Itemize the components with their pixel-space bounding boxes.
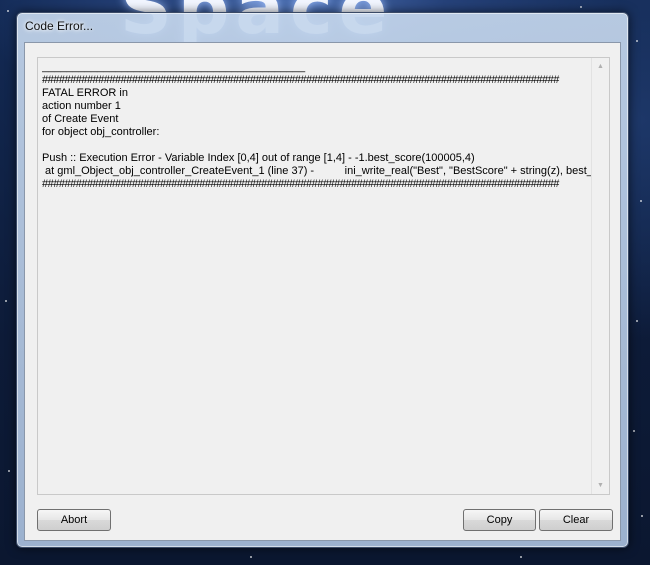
log-line: of Create Event [42,113,119,125]
star [633,430,635,432]
copy-button[interactable]: Copy [463,509,536,531]
code-error-dialog: Code Error... __________________________… [16,12,629,548]
abort-button[interactable]: Abort [37,509,111,531]
scroll-up-arrow-icon[interactable]: ▲ [592,58,609,75]
log-line: Push :: Execution Error - Variable Index… [42,152,475,164]
star [520,556,522,558]
dialog-title: Code Error... [25,19,94,33]
star [5,300,7,302]
error-log-content: ________________________________________… [42,61,591,491]
error-log-textbox[interactable]: ________________________________________… [37,57,610,495]
star [641,515,643,517]
log-separator-line: ########################################… [42,74,559,86]
scroll-down-arrow-icon[interactable]: ▼ [592,477,609,494]
log-line: for object obj_controller: [42,126,160,138]
clear-button[interactable]: Clear [539,509,613,531]
dialog-titlebar[interactable]: Code Error... [17,13,628,39]
star [636,40,638,42]
vertical-scrollbar[interactable]: ▲ ▼ [591,58,609,494]
star [7,10,9,12]
star [636,320,638,322]
dialog-client-area: ________________________________________… [24,42,621,541]
star [250,556,252,558]
log-line: FATAL ERROR in [42,87,128,99]
log-separator-line: ########################################… [42,178,559,190]
star [640,200,642,202]
log-rule-line: ________________________________________… [42,61,306,73]
log-line: at gml_Object_obj_controller_CreateEvent… [42,165,591,177]
star [8,470,10,472]
log-line: action number 1 [42,100,121,112]
star [580,6,582,8]
